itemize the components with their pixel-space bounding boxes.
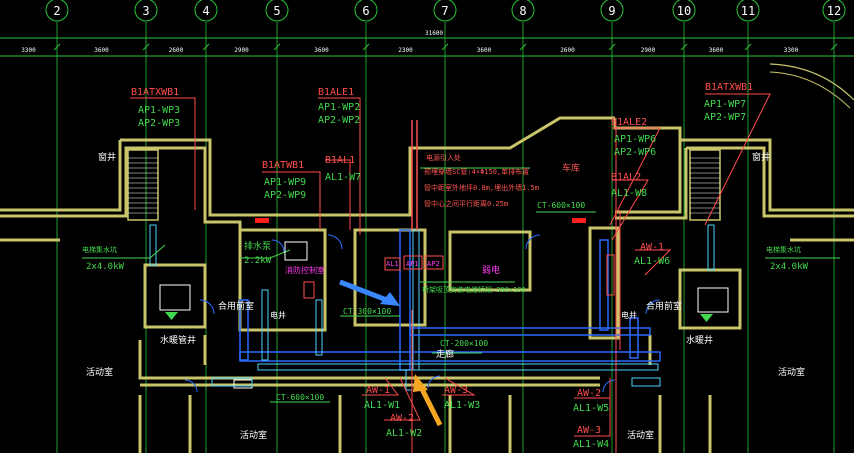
panel-b1atxwb1-left-name: B1ATXWB1 [131,87,179,98]
room-activity-far-right: 活动室 [778,366,805,378]
room-pump-left-kw: 2x4.0kW [86,262,125,272]
panel-aw2-bottom-name: AW-2 [390,413,414,424]
cad-drawing-canvas[interactable]: 2 3 4 5 6 7 8 9 10 11 12 31600 3300 3600 2600 2900 360… [0,0,854,453]
dim-segment-label: 2600 [169,47,184,54]
panel-b1atxwb1-right-l2: AP2-WP7 [704,112,746,123]
grid-axis-label-4: 4 [202,4,209,18]
panel-b1atwb1-l1: AP1-WP9 [264,177,306,188]
room-well-left: 水暖管井 [160,334,196,346]
panel-aw3-right-l1: AL1-W4 [573,439,609,450]
room-activity-right: 活动室 [627,429,654,441]
room-activity-left: 活动室 [86,366,113,378]
panel-b1ale2-name: B1ALE2 [611,117,647,128]
panel-aw3-bottom-name: AW-3 [444,385,468,396]
panel-aw2-right-l1: AL1-W5 [573,403,609,414]
dim-segment-label: 2900 [234,47,249,54]
room-activity-center: 活动室 [240,429,267,441]
panel-b1atxwb1-left-l2: AP2-WP3 [138,118,180,129]
grid-axis-label-8: 8 [519,4,526,18]
panel-b1al1-l1: AL1-W7 [325,172,361,183]
panel-aw2-right-name: AW-2 [577,388,601,399]
panel-b1ale2-l1: AP1-WP6 [614,134,656,145]
panel-aw3-bottom-l1: AL1-W3 [444,400,480,411]
room-mid: 弱电 [482,264,500,276]
room-garage: 车库 [562,162,580,174]
dim-segment-label: 2900 [641,47,656,54]
tray-ct600-top: CT-600×100 [537,201,585,210]
panel-b1ale2-l2: AP2-WP6 [614,147,656,158]
panel-b1atwb1-l2: AP2-WP9 [264,190,306,201]
panel-b1atxwb1-right-l1: AP1-WP7 [704,99,746,110]
panel-aw2-bottom-l1: AL1-W2 [386,428,422,439]
dim-segment-label: 3600 [314,47,329,54]
panel-b1ale1-l1: AP1-WP2 [318,102,360,113]
grid-axis-label-6: 6 [362,4,369,18]
panel-aw1-right-name: AW-1 [640,242,664,253]
note-cable-entry: 电源引入处 [426,153,461,162]
room-fire: 消防控制室 [285,265,325,275]
grid-axis-label-9: 9 [608,4,615,18]
grid-axis-label-11: 11 [741,4,755,18]
dim-segment-label: 3600 [477,47,492,54]
panel-aw1-bottom-l1: AL1-W1 [364,400,400,411]
grid-axis-label-2: 2 [53,4,60,18]
room-pump-left: 电梯集水坑 [82,245,117,254]
panel-b1ale1-l2: AP2-WP2 [318,115,360,126]
dim-segment-label: 2600 [560,47,575,54]
room-shared-left: 合用前室 [218,300,254,312]
room-sump: 排水泵 [244,240,271,252]
tray-ct300: CT-300×100 [343,307,391,316]
note-conduit: 预埋穿墙SC管:4×Φ150,单排布置 [424,167,529,176]
grid-axis-label-3: 3 [142,4,149,18]
dim-segment-label: 3300 [21,47,36,54]
grid-axis-label-5: 5 [273,4,280,18]
room-elec-right: 电井 [621,310,637,320]
room-pump-right-kw: 2x4.0kW [770,262,809,272]
grid-axis-label-7: 7 [441,4,448,18]
dim-total-label: 31600 [425,30,443,37]
label-al1: AL1 [386,260,399,268]
small-panel-labels: AP1 AP2 AL1 [386,260,440,268]
dim-segment-label: 3600 [94,47,109,54]
room-sump-kw: 2.2kW [244,256,272,266]
grid-axis-label-12: 12 [827,4,841,18]
tray-ct200: CT-200×100 [440,339,488,348]
tray-ct600-bottom: CT-600×100 [276,393,324,402]
note-trunk-tray: 桥架吸顶安装电缆桥架-300×100 [422,285,526,294]
panel-b1al1-name: B1AL1 [325,155,355,166]
panel-b1atxwb1-right-name: B1ATXWB1 [705,82,753,93]
label-ap1: AP1 [406,260,419,268]
grid-axis-label-10: 10 [677,4,691,18]
room-shared-right: 合用前室 [646,300,682,312]
panel-b1atwb1-name: B1ATWB1 [262,160,304,171]
panel-b1atxwb1-left-l1: AP1-WP3 [138,105,180,116]
note-height1: 管中距室外地坪0.8m,埋出外墙1.5m [424,183,539,192]
room-elec-left: 电井 [270,310,286,320]
room-shaft-left: 窗井 [98,151,116,163]
dim-segment-label: 3300 [784,47,799,54]
dim-segment-label: 3600 [709,47,724,54]
panel-aw1-right-l1: AL1-W6 [634,256,670,267]
note-height2: 管中心之间平行距离0.25m [424,199,508,208]
panel-aw3-right-name: AW-3 [577,425,601,436]
dim-segment-label: 2300 [398,47,413,54]
room-well-right: 水暖井 [686,334,713,346]
panel-b1al2-name: B1AL2 [611,172,641,183]
room-corridor: 走廊 [436,348,454,360]
room-pump-right: 电梯集水坑 [766,245,801,254]
panel-b1al2-l1: AL1-W8 [611,188,647,199]
label-ap2: AP2 [427,260,440,268]
panel-b1ale1-name: B1ALE1 [318,87,354,98]
panel-aw1-bottom-name: AW-1 [366,385,390,396]
room-shaft-right: 窗井 [752,151,770,163]
